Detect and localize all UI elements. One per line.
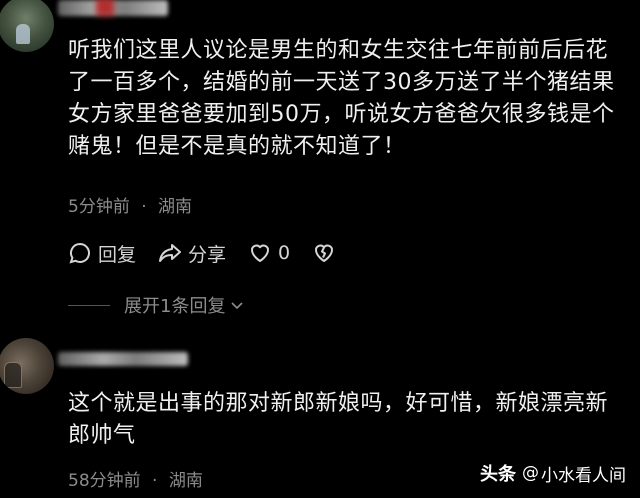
- chevron-down-icon: [231, 302, 244, 310]
- share-arrow-icon: [159, 244, 182, 262]
- username-blurred[interactable]: [58, 0, 168, 16]
- share-label: 分享: [188, 243, 227, 266]
- meta-separator: ·: [152, 471, 158, 491]
- comment-actions: 回复 分享 0: [68, 238, 364, 268]
- watermark-brand: 头条: [480, 464, 516, 485]
- comment-meta: 58分钟前 · 湖南: [68, 466, 203, 491]
- comment-text: 听我们这里人议论是男生的和女生交往七年前前后后花了一百多个，结婚的前一天送了30…: [68, 38, 615, 159]
- expand-label: 展开1条回复: [124, 296, 226, 317]
- comment-location: 湖南: [158, 197, 193, 217]
- comment-text: 这个就是出事的那对新郎新娘吗，好可惜，新娘漂亮新郎帅气: [68, 391, 609, 448]
- watermark-author: 小水看人间: [541, 465, 626, 486]
- avatar[interactable]: [0, 338, 54, 394]
- comment-bubble-icon: [69, 242, 90, 264]
- like-button[interactable]: 0: [248, 241, 290, 265]
- broken-heart-icon: [315, 244, 334, 262]
- heart-icon: [251, 244, 270, 262]
- like-count: 0: [278, 242, 291, 264]
- avatar[interactable]: [0, 0, 54, 52]
- expand-replies-button[interactable]: 展开1条回复: [68, 292, 245, 318]
- comment-time: 5分钟前: [68, 197, 130, 217]
- divider: [68, 304, 110, 306]
- meta-separator: ·: [141, 197, 147, 217]
- watermark-at: @: [522, 463, 539, 483]
- username-blurred[interactable]: [58, 352, 188, 366]
- watermark: 头条 @ 小水看人间: [480, 460, 626, 486]
- dislike-button[interactable]: [312, 241, 342, 265]
- reply-label: 回复: [98, 243, 137, 266]
- reply-button[interactable]: 回复: [68, 240, 136, 267]
- comment-meta: 5分钟前 · 湖南: [68, 192, 192, 217]
- comment-time: 58分钟前: [68, 471, 141, 491]
- share-button[interactable]: 分享: [158, 240, 226, 267]
- comment-location: 湖南: [168, 471, 203, 491]
